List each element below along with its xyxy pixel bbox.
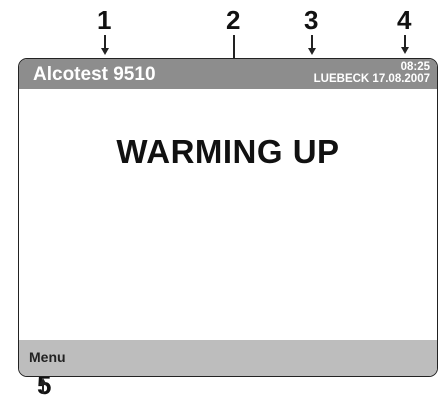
callout-1: 1: [97, 5, 112, 35]
location-date: LUEBECK 17.08.2007: [313, 73, 430, 85]
device-screen: Alcotest 9510 08:25 LUEBECK 17.08.2007 W…: [18, 58, 438, 377]
callout-4: 4: [397, 5, 412, 35]
menu-softkey[interactable]: Menu: [29, 349, 66, 365]
title-bar: Alcotest 9510 08:25 LUEBECK 17.08.2007: [19, 59, 437, 89]
clock-time: 08:25: [400, 61, 430, 73]
callout-3: 3: [304, 5, 319, 35]
softkey-bar: Menu: [19, 340, 437, 376]
app-title: Alcotest 9510: [33, 64, 156, 85]
callout-2: 2: [226, 5, 241, 35]
status-message: WARMING UP: [116, 133, 340, 170]
